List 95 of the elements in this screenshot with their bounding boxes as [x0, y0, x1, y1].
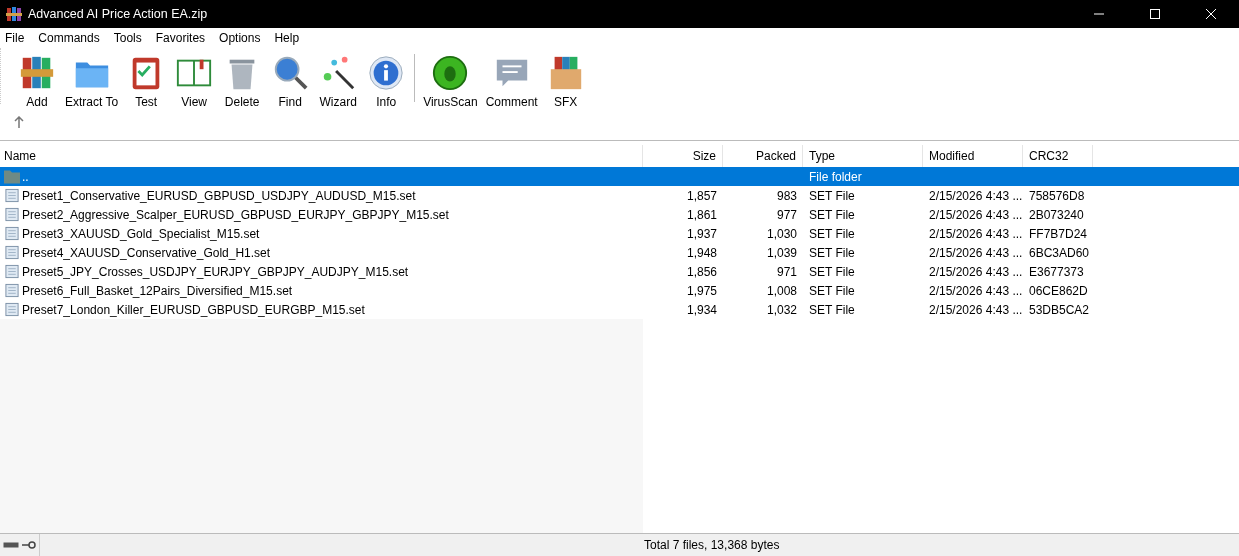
cell-text: 1,030 — [766, 226, 797, 241]
cell-text: 1,934 — [686, 302, 717, 317]
books-icon — [20, 56, 54, 89]
cell-text: Preset1_Conservative_EURUSD_GBPUSD_USDJPY_AUDUSD_M15.set — [22, 188, 416, 203]
toolbar-button[interactable]: View — [170, 54, 219, 109]
cell-text: 2/15/2026 4:43 ... — [929, 283, 1023, 298]
menu-item[interactable]: Tools — [113, 31, 148, 45]
cell-text: 1,008 — [766, 283, 797, 298]
cell-text: SET File — [809, 188, 855, 203]
toolbar-button[interactable]: SFX — [541, 54, 590, 109]
cell-text: Preset7_London_Killer_EURUSD_GBPUSD_EURGBP_M15.set — [22, 302, 365, 317]
toolbar-button[interactable]: Delete — [218, 54, 267, 109]
cell-text: 06CE862D — [1029, 283, 1088, 298]
drive-icon — [3, 541, 19, 549]
file-row[interactable]: Preset1_Conservative_EURUSD_GBPUSD_USDJPY_AUDUSD_M15.set 1,857 983 SET File 2/15/2026 4:43 ... 758576D8 — [0, 186, 1239, 205]
cell-text: SET File — [809, 283, 855, 298]
cell-text: SET File — [809, 207, 855, 222]
cell-text: 1,032 — [766, 302, 797, 317]
cell-text: Preset3_XAUUSD_Gold_Specialist_M15.set — [22, 226, 260, 241]
cell-text: SET File — [809, 302, 855, 317]
speech-bubble-icon — [496, 59, 527, 87]
menu-item[interactable]: Options — [219, 31, 267, 45]
file-row[interactable]: Preset7_London_Killer_EURUSD_GBPUSD_EURGBP_M15.set 1,934 1,032 SET File 2/15/2026 4:43 ... 53DB5CA2 — [0, 300, 1239, 319]
cell-text: Preset6_Full_Basket_12Pairs_Diversified_M15.set — [22, 283, 293, 298]
cell-text: 971 — [776, 264, 797, 279]
cell-text: SET File — [809, 245, 855, 260]
maximize-icon[interactable] — [1149, 8, 1161, 20]
file-icon — [4, 264, 20, 279]
toolbar-button[interactable]: Add — [13, 54, 61, 109]
file-icon — [4, 302, 20, 317]
cell-text: SET File — [809, 226, 855, 241]
menu-item[interactable]: File — [5, 31, 31, 45]
magic-wand-icon — [323, 56, 355, 90]
file-icon — [4, 207, 20, 222]
file-icon — [4, 188, 20, 203]
toolbar-button[interactable]: Comment — [481, 54, 542, 109]
cell-text: 53DB5CA2 — [1029, 302, 1090, 317]
trash-icon — [229, 59, 255, 90]
window-title: Advanced AI Price Action EA.zip — [28, 7, 208, 21]
folder-icon — [4, 169, 20, 184]
file-row[interactable]: Preset5_JPY_Crosses_USDJPY_EURJPY_GBPJPY_AUDJPY_M15.set 1,856 971 SET File 2/15/2026 4:43 ... E3677373 — [0, 262, 1239, 281]
cell-text: 2/15/2026 4:43 ... — [929, 264, 1023, 279]
toolbar-button[interactable]: Extract To — [61, 54, 123, 109]
cell-text: FF7B7D24 — [1029, 226, 1088, 241]
cell-text: 983 — [776, 188, 797, 203]
file-row[interactable]: Preset4_XAUUSD_Conservative_Gold_H1.set 1,948 1,039 SET File 2/15/2026 4:43 ... 6BC3AD60 — [0, 243, 1239, 262]
file-row[interactable]: Preset3_XAUUSD_Gold_Specialist_M15.set 1,937 1,030 SET File 2/15/2026 4:43 ... FF7B7D24 — [0, 224, 1239, 243]
status-text: Total 7 files, 13,368 bytes — [644, 538, 780, 552]
book-icon — [177, 59, 212, 87]
cell-text: File folder — [809, 169, 862, 184]
archive-icon — [6, 6, 22, 22]
cell-text: 1,937 — [686, 226, 717, 241]
cell-text: 758576D8 — [1029, 188, 1085, 203]
toolbar-button[interactable]: VirusScan — [419, 54, 482, 109]
menu-item[interactable]: Favorites — [155, 31, 212, 45]
magnifier-icon — [274, 56, 308, 90]
cell-text: 1,975 — [686, 283, 717, 298]
box-icon — [550, 56, 581, 90]
cell-text: 1,856 — [686, 264, 717, 279]
cell-text: .. — [22, 169, 29, 184]
cell-text: 2B073240 — [1029, 207, 1084, 222]
clipboard-icon — [132, 57, 160, 90]
cell-text: 2/15/2026 4:43 ... — [929, 188, 1023, 203]
file-row[interactable]: .. File folder — [0, 167, 1239, 186]
toolbar-button[interactable]: Test — [122, 54, 171, 109]
cell-text: 1,948 — [686, 245, 717, 260]
file-icon — [4, 283, 20, 298]
menu-item[interactable]: Help — [274, 31, 306, 45]
key-icon — [21, 541, 37, 549]
cell-text: Preset5_JPY_Crosses_USDJPY_EURJPY_GBPJPY_AUDJPY_M15.set — [22, 264, 409, 279]
cell-text: 1,039 — [766, 245, 797, 260]
close-icon[interactable] — [1205, 8, 1217, 20]
cell-text: 2/15/2026 4:43 ... — [929, 226, 1023, 241]
menu-item[interactable]: Commands — [38, 31, 106, 45]
toolbar-button[interactable]: Wizard — [314, 54, 363, 109]
cell-text: Preset2_Aggressive_Scalper_EURUSD_GBPUSD_EURJPY_GBPJPY_M15.set — [22, 207, 449, 222]
cell-text: 2/15/2026 4:43 ... — [929, 245, 1023, 260]
cell-text: 2/15/2026 4:43 ... — [929, 207, 1023, 222]
cell-text: 2/15/2026 4:43 ... — [929, 302, 1023, 317]
cell-text: 1,857 — [686, 188, 717, 203]
cell-text: Preset4_XAUUSD_Conservative_Gold_H1.set — [22, 245, 271, 260]
file-row[interactable]: Preset6_Full_Basket_12Pairs_Diversified_M15.set 1,975 1,008 SET File 2/15/2026 4:43 ... 06CE862D — [0, 281, 1239, 300]
info-icon — [369, 56, 403, 90]
file-row[interactable]: Preset2_Aggressive_Scalper_EURUSD_GBPUSD_EURJPY_GBPJPY_M15.set 1,861 977 SET File 2/15/2026 4:43 ... 2B073240 — [0, 205, 1239, 224]
cell-text: 6BC3AD60 — [1029, 245, 1090, 260]
up-arrow-icon[interactable] — [14, 116, 24, 128]
file-icon — [4, 245, 20, 260]
toolbar-button[interactable]: Find — [266, 54, 315, 109]
cell-text: SET File — [809, 264, 855, 279]
toolbar-button[interactable]: Info — [362, 54, 411, 109]
folder-icon — [75, 62, 108, 88]
cell-text: 1,861 — [686, 207, 717, 222]
file-icon — [4, 226, 20, 241]
cell-text: E3677373 — [1029, 264, 1084, 279]
cell-text: 977 — [776, 207, 797, 222]
